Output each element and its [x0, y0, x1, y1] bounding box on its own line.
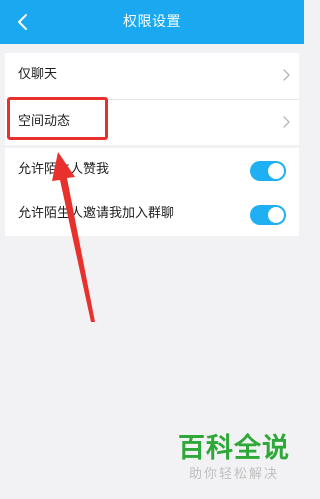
chat-only-label: 仅聊天	[18, 67, 58, 82]
watermark: 百科全说 助你轻松解决	[172, 432, 296, 492]
toggle-knob	[268, 207, 284, 223]
watermark-subtitle: 助你轻松解决	[188, 467, 279, 482]
chevron-right-icon	[283, 116, 290, 128]
chat-only-row[interactable]: 仅聊天	[5, 53, 299, 97]
title-bar: 权限设置	[0, 0, 304, 44]
watermark-title: 百科全说	[178, 433, 290, 464]
allow-stranger-like-label: 允许陌生人赞我	[18, 162, 110, 177]
allow-stranger-like-row: 允许陌生人赞我	[5, 148, 299, 192]
stranger-permissions-group: 允许陌生人赞我 允许陌生人邀请我加入群聊	[5, 148, 299, 236]
toggle-knob	[268, 163, 284, 179]
allow-stranger-invite-toggle[interactable]	[250, 205, 286, 225]
allow-stranger-like-toggle[interactable]	[250, 161, 286, 181]
highlight-box	[7, 97, 108, 140]
allow-stranger-invite-row: 允许陌生人邀请我加入群聊	[5, 192, 299, 236]
chevron-right-icon	[283, 69, 290, 81]
page-title: 权限设置	[123, 14, 181, 30]
allow-stranger-invite-label: 允许陌生人邀请我加入群聊	[18, 206, 175, 221]
